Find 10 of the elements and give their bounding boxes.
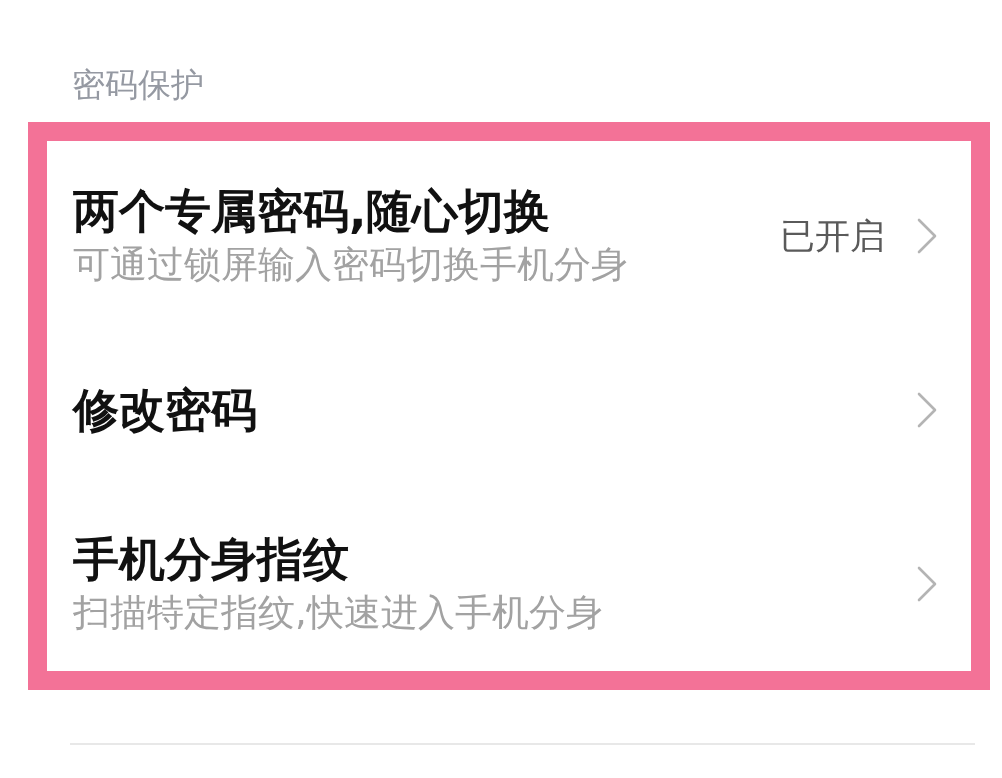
setting-description: 扫描特定指纹,快速进入手机分身 [73, 590, 604, 636]
section-title: 密码保护 [72, 67, 204, 103]
setting-title[interactable]: 手机分身指纹 [73, 532, 917, 586]
setting-title[interactable]: 修改密码 [73, 383, 917, 437]
chevron-right-icon [917, 218, 937, 254]
setting-title[interactable]: 两个专属密码,随心切换 [73, 184, 780, 238]
status-text: 已开启 [780, 215, 885, 258]
chevron-right-icon [917, 566, 937, 602]
setting-description: 可通过锁屏输入密码切换手机分身 [73, 242, 629, 288]
chevron-right-icon [917, 392, 937, 428]
